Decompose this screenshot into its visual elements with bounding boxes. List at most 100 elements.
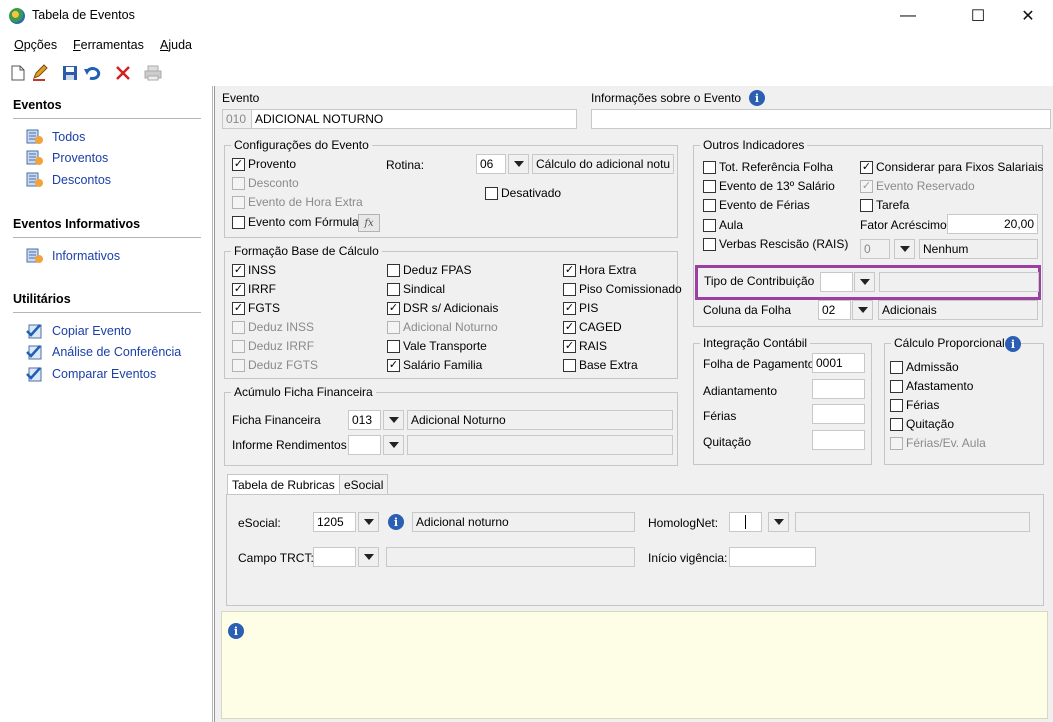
homolognet-dropdown-button[interactable] xyxy=(768,512,789,532)
delete-button[interactable] xyxy=(113,63,133,83)
evento-name-field[interactable]: ADICIONAL NOTURNO xyxy=(251,109,577,129)
save-icon xyxy=(63,66,77,80)
rais-code-field[interactable]: 0 xyxy=(860,239,890,259)
ficha-financeira-code-field[interactable]: 013 xyxy=(348,410,381,430)
info-evento-field[interactable] xyxy=(591,109,1051,129)
sidebar-item-proventos[interactable]: Proventos xyxy=(26,150,108,166)
rotina-dropdown-button[interactable] xyxy=(508,154,529,174)
text-cursor xyxy=(745,515,746,529)
esocial-label: eSocial: xyxy=(238,516,281,530)
rais-dropdown-button[interactable] xyxy=(894,239,915,259)
informe-rendimentos-desc-field xyxy=(407,435,673,455)
salario-familia-checkbox[interactable]: ✓ Salário Familia xyxy=(387,358,482,372)
rotina-code-field[interactable]: 06 xyxy=(476,154,506,174)
tot-referencia-checkbox[interactable]: Tot. Referência Folha xyxy=(703,160,833,174)
quitacao-proporcional-checkbox[interactable]: Quitação xyxy=(890,417,954,431)
evento-code-field[interactable]: 010 xyxy=(222,109,252,129)
deduz-fpas-checkbox[interactable]: Deduz FPAS xyxy=(387,263,471,277)
desativado-checkbox[interactable]: Desativado xyxy=(485,186,561,200)
sidebar-item-informativos[interactable]: Informativos xyxy=(26,248,120,264)
sidebar-item-descontos[interactable]: Descontos xyxy=(26,172,111,188)
provento-checkbox[interactable]: ✓ Provento xyxy=(232,157,296,171)
quitacao-field[interactable] xyxy=(812,430,865,450)
hora-extra-checkbox[interactable]: Evento de Hora Extra xyxy=(232,195,363,209)
ficha-financeira-label: Ficha Financeira xyxy=(232,413,321,427)
menu-ajuda[interactable]: Ajuda xyxy=(160,38,192,52)
tab-tabela-rubricas[interactable]: Tabela de Rubricas xyxy=(227,474,340,495)
irrf-checkbox[interactable]: ✓ IRRF xyxy=(232,282,276,296)
esocial-code-field[interactable]: 1205 xyxy=(313,512,356,532)
group-title: Configurações do Evento xyxy=(231,138,372,152)
info-icon[interactable]: i xyxy=(749,90,765,106)
campo-trct-dropdown-button[interactable] xyxy=(358,547,379,567)
undo-button[interactable] xyxy=(83,63,103,83)
info-icon: i xyxy=(228,623,244,639)
sidebar-item-todos[interactable]: Todos xyxy=(26,129,85,145)
close-button[interactable]: ✕ xyxy=(1005,0,1051,32)
hora-extra-base-checkbox[interactable]: ✓ Hora Extra xyxy=(563,263,636,277)
coluna-folha-dropdown-button[interactable] xyxy=(852,300,873,320)
info-icon[interactable]: i xyxy=(388,514,404,530)
edit-button[interactable] xyxy=(30,63,50,83)
menu-opcoes[interactable]: Opções xyxy=(14,38,57,52)
divider xyxy=(13,312,201,313)
menu-ferramentas[interactable]: Ferramentas xyxy=(73,38,144,52)
esocial-dropdown-button[interactable] xyxy=(358,512,379,532)
dsr-adicionais-checkbox[interactable]: ✓ DSR s/ Adicionais xyxy=(387,301,498,315)
ficha-financeira-dropdown-button[interactable] xyxy=(383,410,404,430)
sidebar-section-eventos: Eventos xyxy=(13,98,62,112)
adiantamento-field[interactable] xyxy=(812,379,865,399)
ferias-ev-aula-checkbox[interactable]: Férias/Ev. Aula xyxy=(890,436,986,450)
ferias-proporcional-checkbox[interactable]: Férias xyxy=(890,398,939,412)
formula-checkbox[interactable]: Evento com Fórmula xyxy=(232,215,359,229)
ferias-field[interactable] xyxy=(812,404,865,424)
aula-checkbox[interactable]: Aula xyxy=(703,218,743,232)
informe-rendimentos-dropdown-button[interactable] xyxy=(383,435,404,455)
group-title: Acúmulo Ficha Financeira xyxy=(231,385,376,399)
fator-acrescimo-field[interactable]: 20,00 xyxy=(947,214,1038,234)
deduz-irrf-checkbox[interactable]: Deduz IRRF xyxy=(232,339,314,353)
pis-checkbox[interactable]: ✓ PIS xyxy=(563,301,598,315)
coluna-folha-code-field[interactable]: 02 xyxy=(818,300,851,320)
vale-transporte-checkbox[interactable]: Vale Transporte xyxy=(387,339,487,353)
sidebar-item-analise-conferencia[interactable]: Análise de Conferência xyxy=(26,344,181,360)
inss-checkbox[interactable]: ✓ INSS xyxy=(232,263,276,277)
save-button[interactable] xyxy=(60,63,80,83)
tarefa-checkbox[interactable]: Tarefa xyxy=(860,198,909,212)
tipo-contribuicao-dropdown-button[interactable] xyxy=(854,272,875,292)
rais-checkbox[interactable]: ✓ RAIS xyxy=(563,339,607,353)
formula-fx-button[interactable]: fx xyxy=(358,214,380,232)
sindical-checkbox[interactable]: Sindical xyxy=(387,282,445,296)
desconto-checkbox[interactable]: Desconto xyxy=(232,176,299,190)
maximize-button[interactable]: ☐ xyxy=(955,0,1001,32)
deduz-fgts-checkbox[interactable]: Deduz FGTS xyxy=(232,358,318,372)
base-extra-checkbox[interactable]: Base Extra xyxy=(563,358,638,372)
evento-ferias-checkbox[interactable]: Evento de Férias xyxy=(703,198,810,212)
acumulo-group: Acúmulo Ficha Financeira Ficha Financeir… xyxy=(224,385,678,466)
minimize-button[interactable]: — xyxy=(885,0,931,32)
fgts-checkbox[interactable]: ✓ FGTS xyxy=(232,301,280,315)
admissao-checkbox[interactable]: Admissão xyxy=(890,360,959,374)
tipo-contribuicao-code-field[interactable] xyxy=(820,272,853,292)
print-button[interactable] xyxy=(143,63,163,83)
inicio-vigencia-field[interactable] xyxy=(729,547,816,567)
sidebar-item-comparar-eventos[interactable]: Comparar Eventos xyxy=(26,366,156,382)
campo-trct-label: Campo TRCT: xyxy=(238,551,314,565)
evento-reservado-checkbox[interactable]: ✓ Evento Reservado xyxy=(860,179,975,193)
caged-checkbox[interactable]: ✓ CAGED xyxy=(563,320,622,334)
verbas-rescisao-checkbox[interactable]: Verbas Rescisão (RAIS) xyxy=(703,237,848,251)
sidebar-item-copiar-evento[interactable]: Copiar Evento xyxy=(26,323,131,339)
folha-pagamento-field[interactable]: 0001 xyxy=(812,353,865,373)
new-document-button[interactable] xyxy=(8,63,28,83)
info-icon[interactable]: i xyxy=(1005,336,1021,352)
fixos-salariais-checkbox[interactable]: ✓ Considerar para Fixos Salariais xyxy=(860,160,1043,174)
campo-trct-code-field[interactable] xyxy=(313,547,356,567)
deduz-inss-checkbox[interactable]: Deduz INSS xyxy=(232,320,314,334)
calculo-proporcional-group: Cálculo Proporcional i Admissão Afastame… xyxy=(884,336,1044,465)
informe-rendimentos-code-field[interactable] xyxy=(348,435,381,455)
tab-esocial[interactable]: eSocial xyxy=(339,474,389,495)
piso-comissionado-checkbox[interactable]: Piso Comissionado xyxy=(563,282,682,296)
evento-13-checkbox[interactable]: Evento de 13º Salário xyxy=(703,179,835,193)
afastamento-checkbox[interactable]: Afastamento xyxy=(890,379,973,393)
adicional-noturno-checkbox[interactable]: Adicional Noturno xyxy=(387,320,498,334)
